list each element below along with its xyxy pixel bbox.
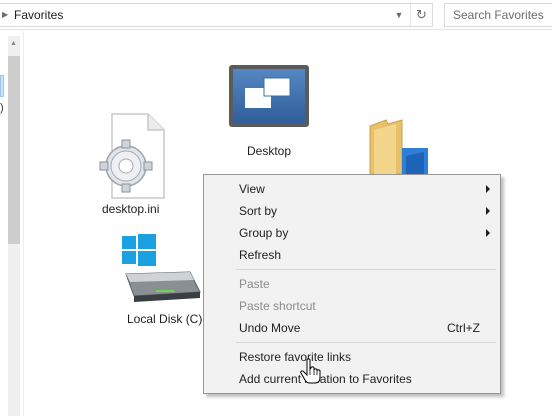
menu-item-restore-favorite-links[interactable]: Restore favorite links [204,346,500,368]
menu-item-sort-by[interactable]: Sort by [204,200,500,222]
address-bar[interactable]: ▶ Favorites ▼ ↻ [0,3,433,27]
nav-item-selected[interactable] [0,75,4,97]
refresh-icon[interactable]: ↻ [410,4,432,26]
breadcrumb-arrow-icon[interactable]: ▶ [2,10,10,20]
scroll-up-arrow-icon[interactable]: ▲ [10,40,18,48]
search-input[interactable]: Search Favorites [444,3,552,27]
item-desktop-ini[interactable]: desktop.ini [96,112,176,222]
submenu-arrow-icon [486,185,490,193]
submenu-arrow-icon [486,207,490,215]
settings-file-icon [99,113,165,199]
menu-separator [236,269,496,270]
item-local-disk[interactable]: Local Disk (C) [116,234,216,334]
address-path[interactable]: Favorites [14,8,63,22]
item-desktop-label: Desktop [247,144,292,158]
address-toolbar: ▶ Favorites ▼ ↻ Search Favorites [0,0,552,30]
hard-drive-windows-icon [122,234,201,302]
menu-item-paste-shortcut: Paste shortcut [239,299,316,313]
scrollbar-thumb[interactable] [8,56,20,244]
menu-item-refresh[interactable]: Refresh [204,244,500,266]
menu-separator [236,342,496,343]
menu-item-undo-move[interactable]: Undo Move Ctrl+Z [204,317,500,339]
search-placeholder: Search Favorites [453,8,544,22]
menu-item-add-current-location[interactable]: Add current location to Favorites [204,368,500,390]
chevron-down-icon[interactable]: ▼ [388,4,410,26]
item-desktop[interactable]: Desktop [224,64,314,164]
shortcut-label: Ctrl+Z [447,321,480,335]
folder-icon [369,119,428,175]
menu-item-view[interactable]: View [204,178,500,200]
nav-item-label-partial: ) [0,102,4,114]
submenu-arrow-icon [486,229,490,237]
item-local-disk-label: Local Disk (C) [127,312,203,326]
hand-pointer-icon [300,358,321,384]
item-folder[interactable] [366,118,436,178]
menu-item-group-by[interactable]: Group by [204,222,500,244]
desktop-monitor-icon [229,65,309,127]
menu-item-paste: Paste [239,277,270,291]
context-menu: View Sort by Group by Refresh Paste Past… [203,174,501,394]
item-desktop-ini-label: desktop.ini [102,202,160,216]
